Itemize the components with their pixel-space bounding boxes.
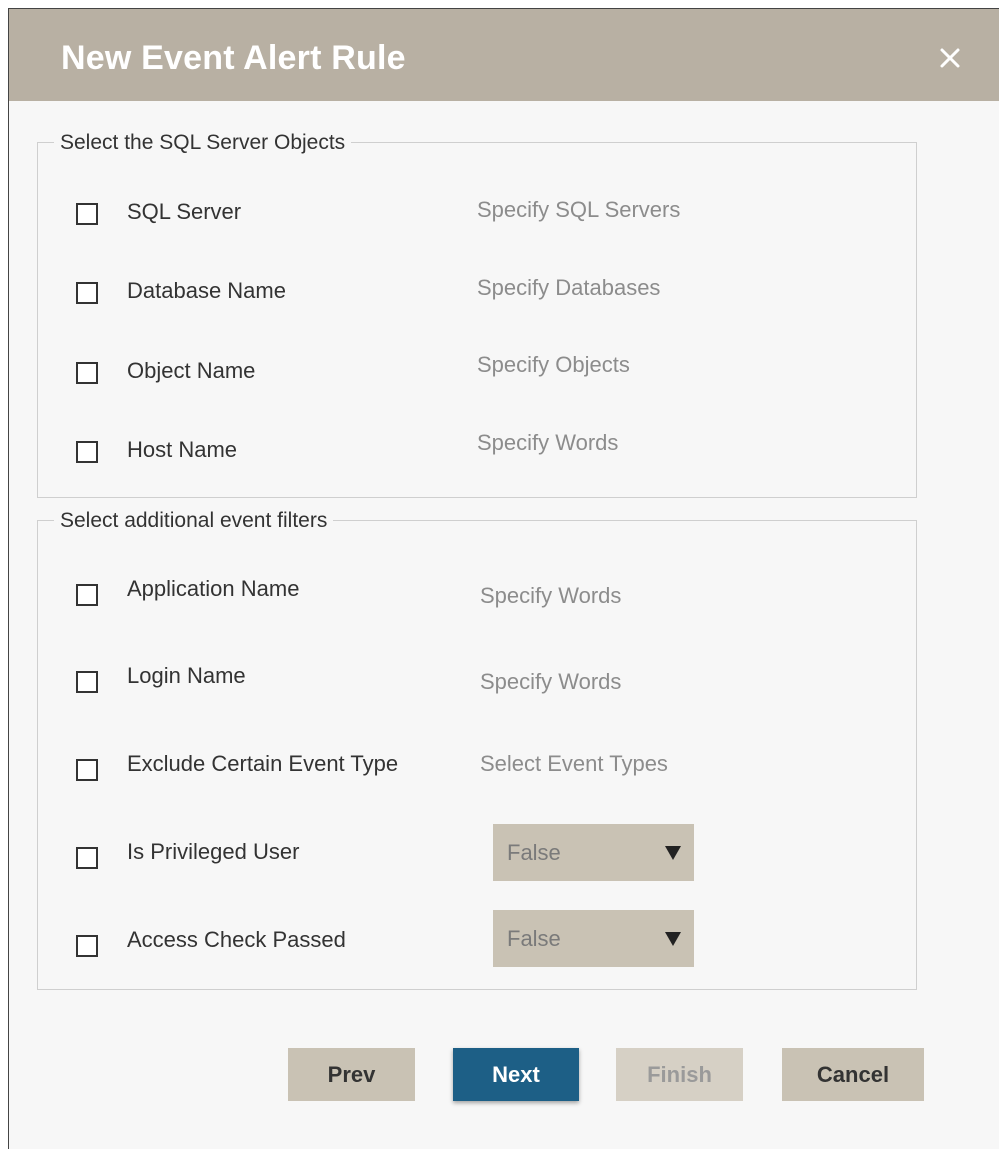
row-database-name: Database Name Specify Databases — [38, 274, 916, 314]
sql-server-label: SQL Server — [127, 199, 242, 224]
is-privileged-user-select[interactable]: False — [493, 824, 694, 881]
specify-databases-link[interactable]: Specify Databases — [477, 275, 660, 301]
is-privileged-user-label: Is Privileged User — [127, 839, 300, 864]
event-filters-group: Select additional event filters Applicat… — [37, 508, 917, 990]
is-privileged-user-checkbox[interactable] — [76, 847, 98, 869]
row-sql-server: SQL Server Specify SQL Servers — [38, 195, 916, 235]
row-object-name: Object Name Specify Objects — [38, 352, 916, 394]
database-name-checkbox[interactable] — [76, 282, 98, 304]
close-icon[interactable] — [935, 43, 965, 73]
next-button[interactable]: Next — [453, 1048, 579, 1101]
row-access-check-passed: Access Check Passed — [38, 927, 916, 967]
row-login-name: Login Name Specify Words — [38, 663, 916, 703]
dialog-title: New Event Alert Rule — [61, 39, 406, 77]
database-name-label: Database Name — [127, 278, 286, 303]
specify-words-application-link[interactable]: Specify Words — [480, 583, 621, 609]
sql-server-objects-group: Select the SQL Server Objects SQL Server… — [37, 130, 917, 498]
host-name-label: Host Name — [127, 437, 238, 462]
application-name-label: Application Name — [127, 576, 300, 601]
row-exclude-event-type: Exclude Certain Event Type Select Event … — [38, 751, 916, 791]
specify-sql-servers-link[interactable]: Specify SQL Servers — [477, 197, 680, 223]
finish-button[interactable]: Finish — [616, 1048, 743, 1101]
specify-words-login-link[interactable]: Specify Words — [480, 669, 621, 695]
sql-server-checkbox[interactable] — [76, 203, 98, 225]
login-name-label: Login Name — [127, 663, 246, 688]
sql-server-objects-legend: Select the SQL Server Objects — [54, 130, 352, 156]
select-event-types-link[interactable]: Select Event Types — [480, 751, 668, 777]
dropdown-arrow-icon — [665, 846, 681, 860]
access-check-passed-label: Access Check Passed — [127, 927, 346, 952]
access-check-passed-checkbox[interactable] — [76, 935, 98, 957]
access-check-passed-select[interactable]: False — [493, 910, 694, 967]
specify-objects-link[interactable]: Specify Objects — [477, 352, 630, 378]
event-filters-legend: Select additional event filters — [54, 508, 334, 534]
dialog-titlebar: New Event Alert Rule — [9, 9, 999, 101]
exclude-event-type-label: Exclude Certain Event Type — [127, 751, 399, 776]
host-name-checkbox[interactable] — [76, 441, 98, 463]
row-host-name: Host Name Specify Words — [38, 430, 916, 473]
dropdown-arrow-icon — [665, 932, 681, 946]
row-is-privileged-user: Is Privileged User — [38, 839, 916, 879]
row-application-name: Application Name Specify Words — [38, 576, 916, 616]
new-event-alert-rule-dialog: New Event Alert Rule Select the SQL Serv… — [8, 8, 999, 1149]
application-name-checkbox[interactable] — [76, 584, 98, 606]
specify-words-host-link[interactable]: Specify Words — [477, 430, 618, 456]
prev-button[interactable]: Prev — [288, 1048, 415, 1101]
is-privileged-user-value: False — [507, 840, 561, 865]
login-name-checkbox[interactable] — [76, 671, 98, 693]
object-name-checkbox[interactable] — [76, 362, 98, 384]
exclude-event-type-checkbox[interactable] — [76, 759, 98, 781]
cancel-button[interactable]: Cancel — [782, 1048, 924, 1101]
object-name-label: Object Name — [127, 358, 256, 383]
access-check-passed-value: False — [507, 926, 561, 951]
